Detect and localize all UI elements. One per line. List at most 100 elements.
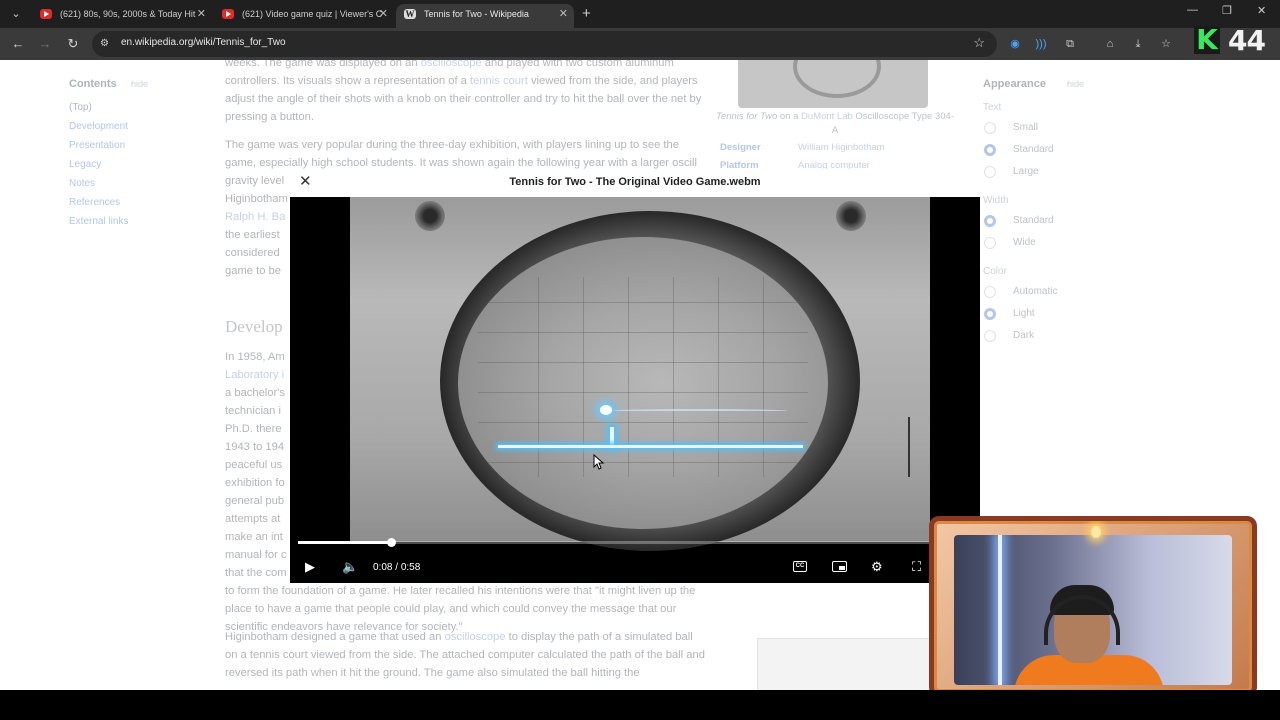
picture-in-picture-icon[interactable] <box>832 561 847 572</box>
option-small[interactable]: Small <box>983 122 1103 135</box>
toc-item-legacy[interactable]: Legacy <box>69 159 209 170</box>
settings-gear-icon[interactable]: ⚙ <box>871 559 883 575</box>
toc-hide-button[interactable]: hide <box>131 79 148 89</box>
close-tab-icon[interactable]: ✕ <box>197 4 206 24</box>
text: The game was very popular during the thr… <box>225 139 697 169</box>
restore-icon[interactable]: ❐ <box>1222 4 1232 17</box>
grid-line <box>478 392 808 393</box>
youtube-icon <box>222 9 234 19</box>
option-label: Light <box>1013 308 1035 319</box>
radio-icon[interactable] <box>984 330 996 342</box>
radio-selected-icon[interactable] <box>984 215 996 227</box>
text-line: Ph.D. there <box>225 423 282 435</box>
download-icon[interactable]: ⤓ <box>1130 36 1146 52</box>
media-title: Tennis for Two - The Original Video Game… <box>509 176 761 188</box>
text-size-options: Small Standard Large <box>983 122 1103 179</box>
tab-search-icon[interactable]: ⌄ <box>8 6 24 22</box>
radio-icon[interactable] <box>984 166 996 178</box>
minimize-icon[interactable]: — <box>1187 4 1198 16</box>
tab-label: (621) Video game quiz | Viewer's C <box>242 9 383 19</box>
play-icon[interactable]: ▶ <box>305 559 315 575</box>
option-large[interactable]: Large <box>983 166 1103 179</box>
kick-logo: K <box>1194 26 1220 54</box>
close-tab-icon[interactable]: ✕ <box>379 4 388 24</box>
paragraph-intro: weeks. The game was displayed on an osci… <box>225 60 707 126</box>
radio-selected-icon[interactable] <box>984 308 996 320</box>
volume-icon[interactable]: 🔈 <box>342 559 358 575</box>
url-text[interactable]: en.wikipedia.org/wiki/Tennis_for_Two <box>121 37 286 48</box>
text: weeks. The game was displayed on an <box>225 60 421 69</box>
color-options: Automatic Light Dark <box>983 286 1103 343</box>
link-tennis-court[interactable]: tennis court <box>470 75 528 87</box>
seek-bar[interactable] <box>298 538 970 547</box>
tab-wikipedia[interactable]: W Tennis for Two - Wikipedia ✕ <box>396 4 574 28</box>
article-image-thumbnail[interactable] <box>757 638 937 690</box>
back-icon[interactable]: ← <box>8 34 28 54</box>
link-dumont-lab[interactable]: DuMont Lab <box>801 111 853 122</box>
option-wide[interactable]: Wide <box>983 237 1103 250</box>
appearance-hide-button[interactable]: hide <box>1067 79 1084 89</box>
extension-shazam-icon[interactable]: ◉ <box>1007 36 1023 52</box>
link-laboratory[interactable]: Laboratory i <box>225 369 284 381</box>
link-oscilloscope[interactable]: oscilloscope <box>421 60 482 69</box>
tennis-ball <box>600 405 612 415</box>
extension-audio-icon[interactable]: ))) <box>1033 36 1049 52</box>
option-light[interactable]: Light <box>983 308 1103 321</box>
tab-youtube-hits[interactable]: (621) 80s, 90s, 2000s & Today Hit ✕ <box>32 4 212 28</box>
link-ralph-baer[interactable]: Ralph H. Ba <box>225 211 285 223</box>
tab-youtube-quiz[interactable]: (621) Video game quiz | Viewer's C ✕ <box>214 4 394 28</box>
extensions-puzzle-icon[interactable]: ⧉ <box>1062 36 1078 52</box>
toc-item-top[interactable]: (Top) <box>69 102 209 113</box>
wikipedia-icon: W <box>404 9 416 19</box>
radio-icon[interactable] <box>984 286 996 298</box>
option-label: Dark <box>1013 330 1035 341</box>
option-standard[interactable]: Standard <box>983 144 1103 157</box>
toc-item-references[interactable]: References <box>69 197 209 208</box>
reload-icon[interactable]: ↻ <box>63 34 83 54</box>
time-separator: / <box>395 562 399 573</box>
seek-bar-handle[interactable] <box>387 538 396 547</box>
infobox-image[interactable] <box>738 60 928 108</box>
youtube-icon <box>40 9 52 19</box>
duration: 0:58 <box>400 562 421 573</box>
appearance-title: Appearance <box>983 78 1046 90</box>
radio-selected-icon[interactable] <box>984 144 996 156</box>
text-line: exhibition fo <box>225 477 285 489</box>
streamer-webcam <box>929 516 1257 697</box>
radio-icon[interactable] <box>984 237 996 249</box>
site-info-icon[interactable]: ⚙ <box>100 38 112 50</box>
option-automatic[interactable]: Automatic <box>983 286 1103 299</box>
option-label: Automatic <box>1013 286 1058 297</box>
fullscreen-icon[interactable]: ⛶ <box>912 559 921 575</box>
toc-item-development[interactable]: Development <box>69 121 209 132</box>
incognito-icon[interactable]: ⌂ <box>1102 36 1118 52</box>
close-tab-icon[interactable]: ✕ <box>559 4 568 24</box>
toc-item-presentation[interactable]: Presentation <box>69 140 209 151</box>
new-tab-icon[interactable]: + <box>582 5 591 22</box>
bolt <box>836 201 866 231</box>
caption-title: Tennis for Two <box>715 111 778 122</box>
toc-item-notes[interactable]: Notes <box>69 178 209 189</box>
option-label: Large <box>1013 166 1039 177</box>
text: game to be <box>225 265 281 277</box>
toc-item-external-links[interactable]: External links <box>69 216 209 227</box>
browser-toolbar: ← → ↻ ⚙ en.wikipedia.org/wiki/Tennis_for… <box>0 28 1280 60</box>
ball-trail <box>608 409 788 413</box>
option-label: Wide <box>1013 237 1036 248</box>
close-window-icon[interactable]: ✕ <box>1257 4 1266 17</box>
captions-icon[interactable]: CC <box>793 561 807 572</box>
bookmarks-icon[interactable]: ☆ <box>1158 36 1174 52</box>
infobox: Tennis for Two on a DuMont Lab Oscillosc… <box>715 60 955 180</box>
infobox-caption: Tennis for Two on a DuMont Lab Oscillosc… <box>715 110 955 138</box>
text: to form the foundation of a game. He lat… <box>225 585 696 633</box>
bookmark-star-icon[interactable]: ☆ <box>973 35 985 51</box>
address-bar[interactable]: ⚙ en.wikipedia.org/wiki/Tennis_for_Two ☆ <box>92 31 997 57</box>
radio-icon[interactable] <box>984 122 996 134</box>
link-oscilloscope-2[interactable]: oscilloscope <box>445 631 506 643</box>
link-william-higinbotham[interactable]: William Higinbotham <box>798 142 885 153</box>
forward-icon[interactable]: → <box>35 34 55 54</box>
video-player[interactable]: ▶ 🔈 0:08 / 0:58 CC ⚙ ⛶ <box>290 197 980 583</box>
option-standard[interactable]: Standard <box>983 215 1103 228</box>
option-dark[interactable]: Dark <box>983 330 1103 343</box>
tennis-net <box>610 427 614 447</box>
